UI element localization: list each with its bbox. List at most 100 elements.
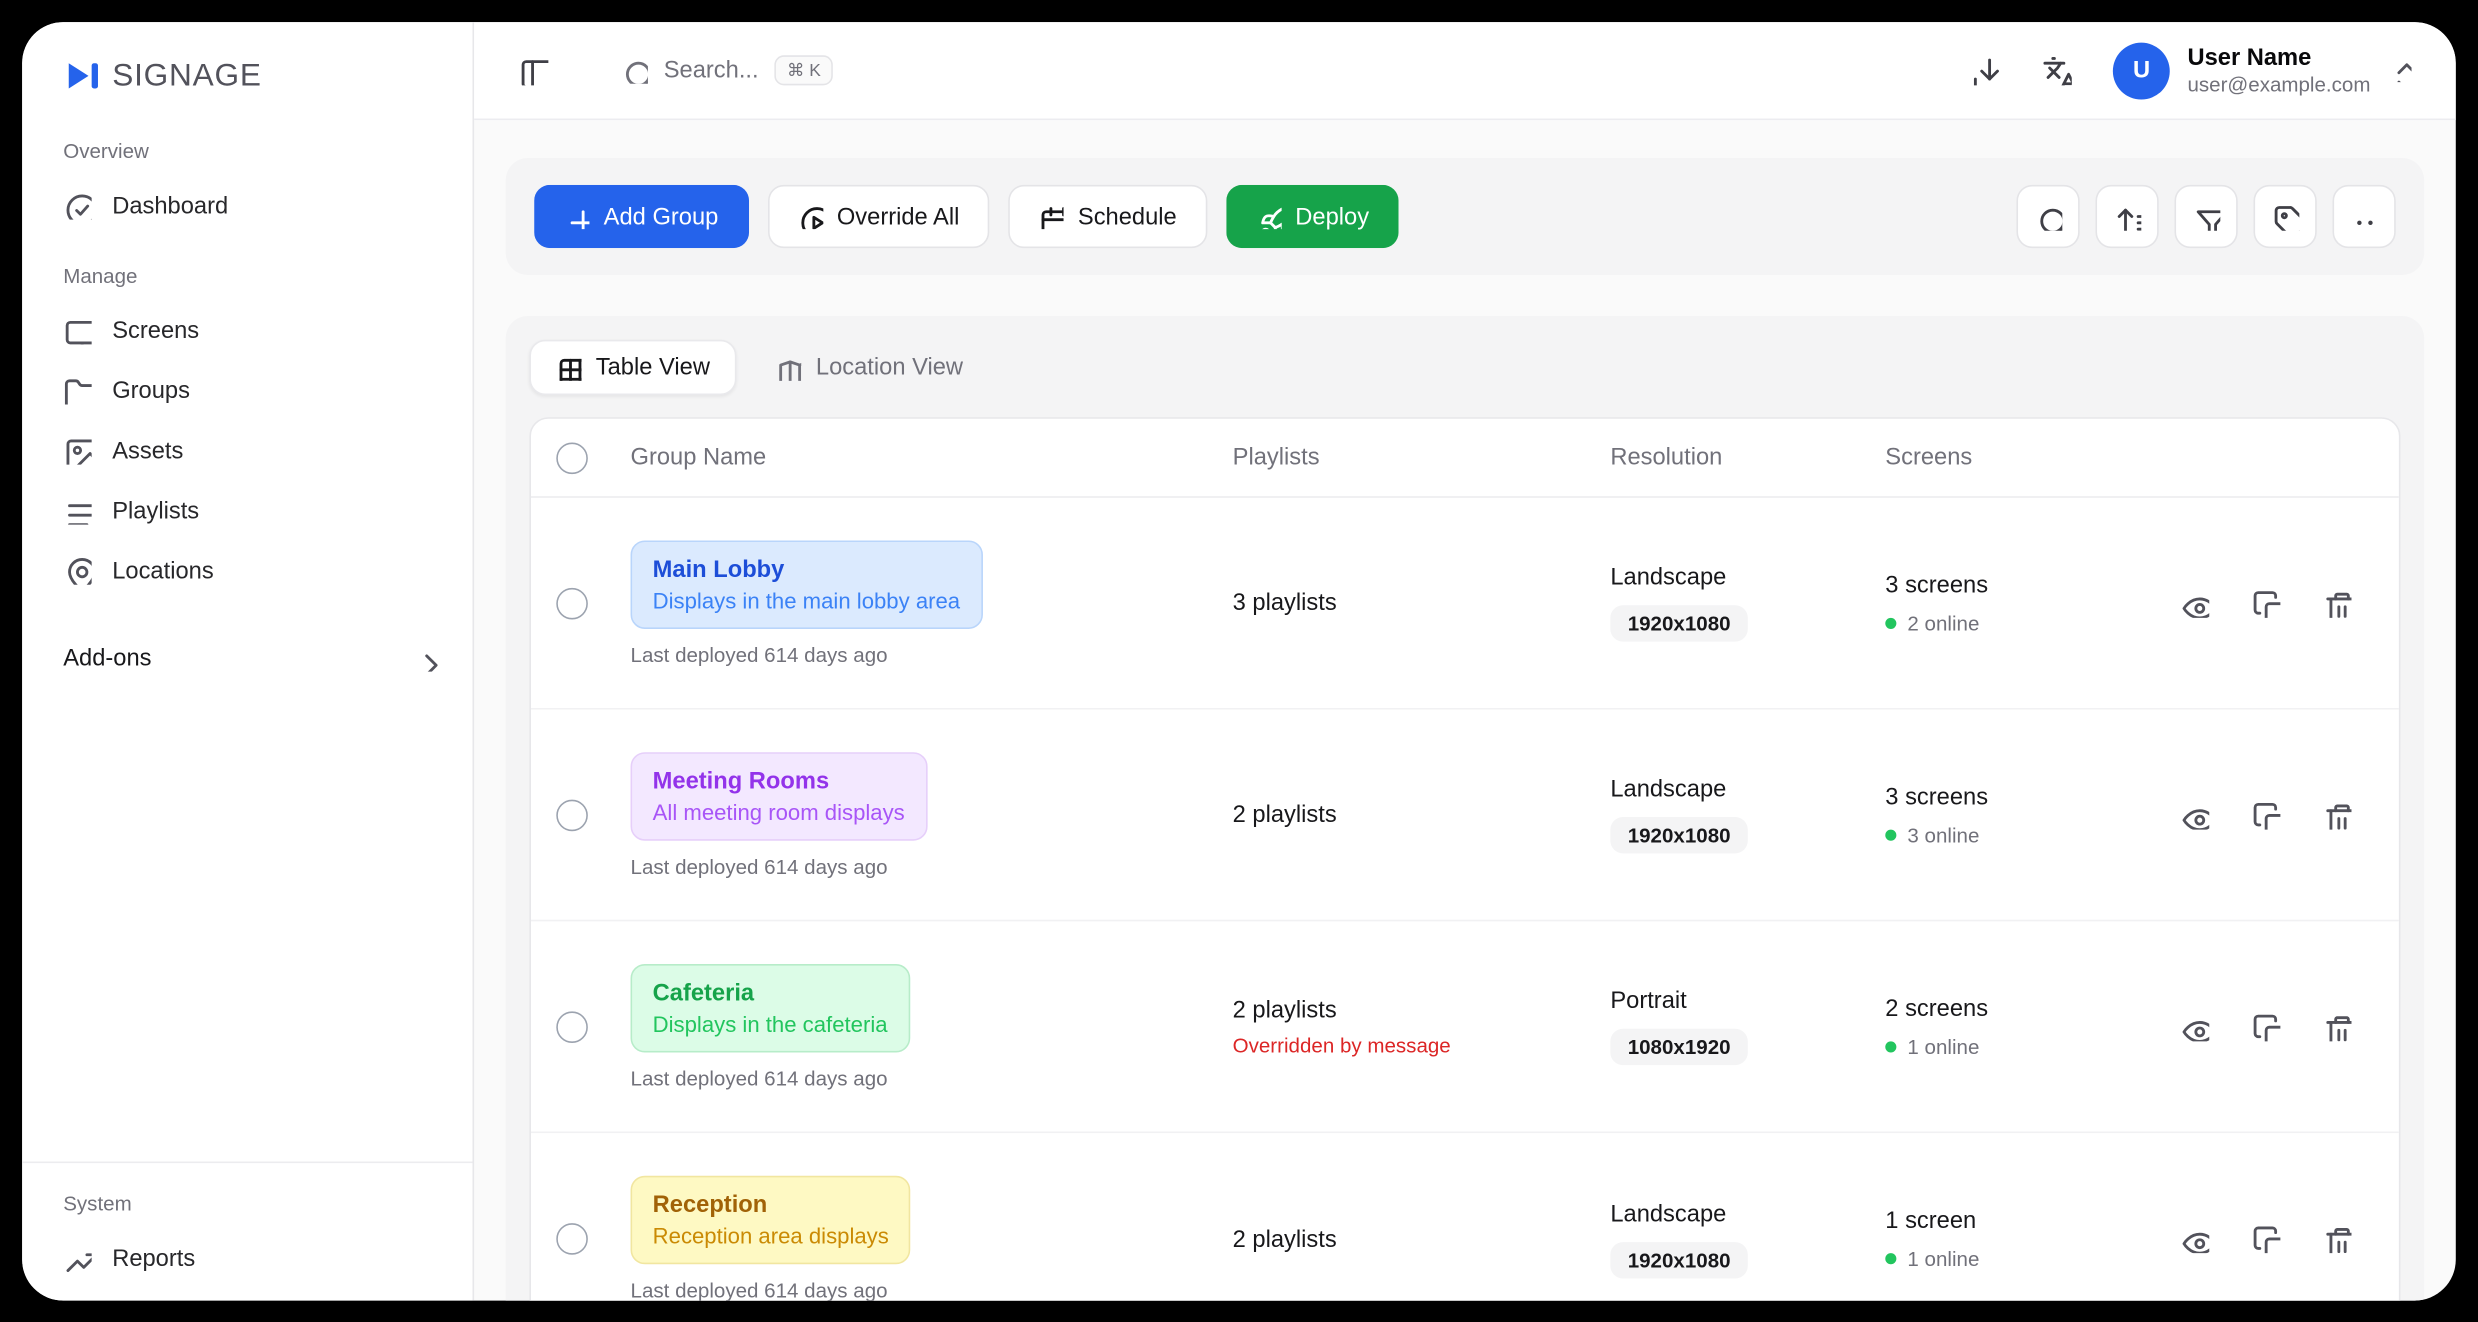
group-card[interactable]: Cafeteria Displays in the cafeteria: [631, 963, 910, 1051]
screens-cell: 1 screen 1 online: [1885, 1207, 2138, 1270]
tag-icon: [2272, 203, 2299, 230]
language-button[interactable]: [2042, 55, 2072, 85]
group-card[interactable]: Main Lobby Displays in the main lobby ar…: [631, 540, 983, 628]
sidebar-item-groups[interactable]: Groups: [22, 360, 472, 420]
row-actions: [2138, 800, 2399, 828]
play-circle-icon: [797, 204, 822, 229]
row-actions: [2138, 1225, 2399, 1253]
sidebar-item-locations[interactable]: Locations: [22, 540, 472, 600]
tag-button[interactable]: [2254, 185, 2317, 248]
delete-button[interactable]: [2323, 589, 2351, 617]
search-icon: [2035, 203, 2062, 230]
group-name-cell: Cafeteria Displays in the cafeteria Last…: [607, 963, 1233, 1089]
logo-icon: [63, 57, 101, 95]
delete-button[interactable]: [2323, 1012, 2351, 1040]
sidebar-toggle-button[interactable]: [518, 55, 548, 85]
view-button[interactable]: [2181, 1225, 2209, 1253]
sidebar-item-label: Groups: [112, 377, 190, 404]
groups-table: Group Name Playlists Resolution Screens …: [529, 417, 2400, 1300]
duplicate-button[interactable]: [2252, 800, 2280, 828]
sidebar-item-playlists[interactable]: Playlists: [22, 480, 472, 540]
row-checkbox[interactable]: [556, 1223, 588, 1255]
brand-logo[interactable]: SIGNAGE: [22, 57, 472, 111]
dashboard-icon: [63, 191, 91, 219]
tab-location-view[interactable]: Location View: [750, 340, 990, 395]
deploy-label: Deploy: [1295, 203, 1369, 230]
filter-button[interactable]: [2174, 185, 2237, 248]
view-button[interactable]: [2181, 800, 2209, 828]
sidebar-item-assets[interactable]: Assets: [22, 420, 472, 480]
screens-count: 1 screen: [1885, 1207, 2138, 1234]
trash-icon: [2323, 1225, 2351, 1253]
sort-button[interactable]: [2095, 185, 2158, 248]
playlists-cell: 2 playlists: [1233, 801, 1611, 828]
playlists-count: 2 playlists: [1233, 996, 1611, 1023]
table-row: Meeting Rooms All meeting room displays …: [531, 710, 2399, 922]
resolution-cell: Portrait 1080x1920: [1610, 988, 1885, 1065]
add-group-button[interactable]: Add Group: [534, 185, 748, 248]
sidebar-item-label: Reports: [112, 1244, 195, 1271]
group-name: Meeting Rooms: [653, 767, 905, 794]
view-button[interactable]: [2181, 589, 2209, 617]
search-input[interactable]: Search... ⌘ K: [621, 55, 833, 85]
more-options-button[interactable]: [2333, 185, 2396, 248]
eye-icon: [2181, 589, 2209, 617]
delete-button[interactable]: [2323, 1225, 2351, 1253]
row-checkbox[interactable]: [556, 799, 588, 831]
playlists-count: 3 playlists: [1233, 589, 1611, 616]
group-name-cell: Reception Reception area displays Last d…: [607, 1176, 1233, 1301]
group-name: Reception: [653, 1192, 889, 1219]
orientation-text: Portrait: [1610, 988, 1885, 1015]
schedule-button[interactable]: Schedule: [1008, 185, 1206, 248]
row-checkbox[interactable]: [556, 1011, 588, 1043]
user-menu[interactable]: U User Name user@example.com: [2113, 42, 2411, 99]
duplicate-button[interactable]: [2252, 589, 2280, 617]
resolution-badge: 1080x1920: [1610, 1029, 1748, 1065]
user-info: User Name user@example.com: [2187, 44, 2370, 96]
delete-button[interactable]: [2323, 800, 2351, 828]
select-all-checkbox[interactable]: [556, 442, 588, 474]
map-pin-icon: [63, 556, 91, 584]
deploy-button[interactable]: Deploy: [1226, 185, 1399, 248]
toolbar-icon-buttons: [2016, 185, 2395, 248]
copy-icon: [2252, 589, 2280, 617]
row-checkbox[interactable]: [556, 587, 588, 619]
group-name-cell: Main Lobby Displays in the main lobby ar…: [607, 540, 1233, 666]
eye-icon: [2181, 1225, 2209, 1253]
search-groups-button[interactable]: [2016, 185, 2079, 248]
section-label-manage: Manage: [22, 235, 472, 300]
group-description: Displays in the cafeteria: [653, 1011, 888, 1036]
table-header-row: Group Name Playlists Resolution Screens: [531, 419, 2399, 498]
group-card[interactable]: Reception Reception area displays: [631, 1176, 911, 1264]
sidebar-item-label: Screens: [112, 317, 199, 344]
duplicate-button[interactable]: [2252, 1012, 2280, 1040]
group-card[interactable]: Meeting Rooms All meeting room displays: [631, 751, 927, 839]
online-count: 1 online: [1907, 1247, 1979, 1271]
duplicate-button[interactable]: [2252, 1225, 2280, 1253]
override-all-button[interactable]: Override All: [767, 185, 989, 248]
table-grid-icon: [556, 355, 581, 380]
section-label-overview: Overview: [22, 111, 472, 176]
screens-count: 3 screens: [1885, 783, 2138, 810]
playlists-count: 2 playlists: [1233, 1226, 1611, 1253]
screens-cell: 3 screens 3 online: [1885, 783, 2138, 846]
resolution-cell: Landscape 1920x1080: [1610, 564, 1885, 641]
download-button[interactable]: [1971, 55, 2001, 85]
sidebar-item-addons[interactable]: Add-ons: [22, 626, 472, 691]
sidebar-item-dashboard[interactable]: Dashboard: [22, 175, 472, 235]
view-button[interactable]: [2181, 1012, 2209, 1040]
avatar: U: [2113, 42, 2170, 99]
online-status-dot: [1885, 829, 1896, 840]
ellipsis-icon: [2351, 203, 2378, 230]
tab-table-view[interactable]: Table View: [529, 340, 736, 395]
table-row: Reception Reception area displays Last d…: [531, 1133, 2399, 1301]
trash-icon: [2323, 589, 2351, 617]
plus-icon: [564, 204, 589, 229]
orientation-text: Landscape: [1610, 1200, 1885, 1227]
sidebar-item-reports[interactable]: Reports: [22, 1228, 472, 1288]
row-actions: [2138, 1012, 2399, 1040]
sidebar-item-screens[interactable]: Screens: [22, 300, 472, 360]
languages-icon: [2042, 55, 2072, 85]
app-window: SIGNAGE Overview Dashboard Manage Screen…: [0, 0, 2478, 1322]
column-header-screens: Screens: [1885, 444, 2138, 471]
